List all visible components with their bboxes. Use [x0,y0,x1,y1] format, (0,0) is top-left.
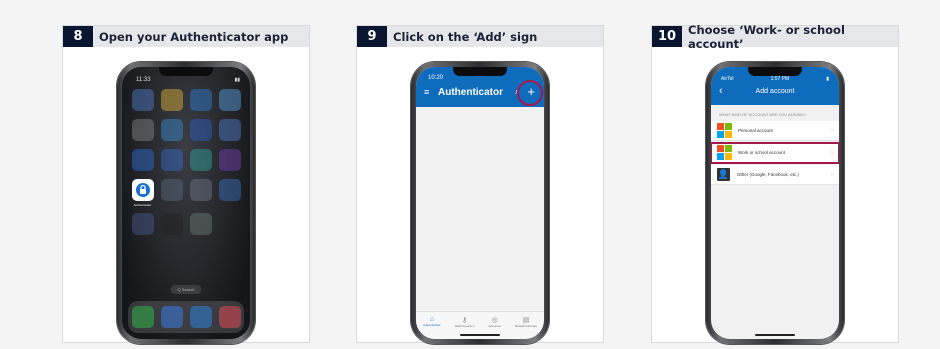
lock-icon [131,179,154,201]
home-screen: 11:33 ▮▮ Authenticator Q Search [122,67,250,339]
status-bar: AirTel 1:57 PM ▮ [711,76,839,82]
home-indicator [755,334,795,336]
app-icon[interactable] [159,179,184,207]
home-indicator [460,334,500,336]
page: { "steps": [ {"number": "8", "title": "O… [0,0,940,349]
app-icon[interactable] [159,213,184,237]
app-icon[interactable] [188,179,213,207]
option-label: Other (Google, Facebook, etc.) [737,172,800,177]
house-icon: ⌂ [429,316,434,323]
option-label: Work or school account [738,150,785,155]
option-label: Personal account [738,128,773,133]
app-icon[interactable] [159,149,184,173]
screen-title: Add account [755,88,795,95]
phone-notch [453,67,507,76]
authenticator-screen: 10:20 ≡ Authenticator ⌕ + ⌂ Authenticator… [416,67,544,339]
tab-addresses[interactable]: ◎ Adressen [488,316,501,328]
phone-mockup: AirTel 1:57 PM ▮ ‹ Add account WHAT KIND… [706,62,844,344]
chevron-right-icon: › [831,149,833,156]
authenticator-app-icon[interactable]: Authenticator [130,179,155,207]
chevron-right-icon: › [831,171,833,178]
app-icon[interactable] [188,149,213,173]
tab-payments[interactable]: ▤ Betaalmethoden [515,316,537,328]
status-time: 10:20 [428,75,444,81]
phone-mockup: 11:33 ▮▮ Authenticator Q Search [117,62,255,344]
app-icon[interactable] [130,213,155,237]
tab-authenticator[interactable]: ⌂ Authenticator [423,316,441,327]
step-card-9: 9 Click on the ‘Add’ sign 10:20 ≡ Authen… [356,25,604,344]
status-time: 1:57 PM [770,76,790,82]
status-time: 11:33 [136,77,151,83]
app-icon[interactable] [130,119,155,143]
hamburger-icon[interactable]: ≡ [424,87,429,97]
safari-icon[interactable] [189,306,212,328]
app-icon[interactable] [159,89,184,113]
tab-passwords[interactable]: ⚷ Wachtwoorden [455,316,475,328]
step-number: 10 [652,26,682,47]
music-icon[interactable] [218,306,241,328]
app-title: Authenticator [438,87,503,98]
step-title: Open your Authenticator app [99,29,289,44]
step-number: 8 [63,26,93,47]
option-personal-account[interactable]: Personal account › [711,121,839,141]
step-header: 8 Open your Authenticator app [63,26,309,47]
step-title: Click on the ‘Add’ sign [393,29,538,44]
phone-icon[interactable] [131,306,154,328]
app-icon[interactable] [159,119,184,143]
person-icon: 👤 [717,168,730,181]
app-icon[interactable] [217,149,242,173]
section-question: WHAT KIND OF ACCOUNT ARE YOU ADDING? [719,112,806,117]
authenticator-app-label: Authenticator [133,203,152,207]
option-work-school-account[interactable]: Work or school account › [711,142,839,164]
app-icon[interactable] [217,179,242,207]
app-icon[interactable] [188,213,213,237]
phone-notch [159,67,213,76]
app-icon[interactable] [188,89,213,113]
mail-icon[interactable] [160,306,183,328]
microsoft-logo-icon [717,145,732,160]
carrier-label: AirTel [721,76,734,82]
spotlight-search-pill[interactable]: Q Search [170,285,202,294]
battery-icon: ▮ [826,76,829,82]
step-card-8: 8 Open your Authenticator app 11:33 ▮▮ A… [62,25,310,344]
card-icon: ▤ [522,317,530,324]
app-icon[interactable] [130,149,155,173]
step-header: 10 Choose ‘Work- or school account’ [652,23,898,51]
app-icon[interactable] [130,89,155,113]
location-icon: ◎ [491,317,498,324]
step-card-10: 10 Choose ‘Work- or school account’ AirT… [651,23,899,344]
microsoft-logo-icon [717,123,732,138]
option-other-account[interactable]: 👤 Other (Google, Facebook, etc.) › [711,165,839,185]
app-grid: Authenticator [130,89,242,237]
app-icon[interactable] [188,119,213,143]
dock [128,301,244,333]
step-header: 9 Click on the ‘Add’ sign [357,26,603,47]
step-number: 9 [357,26,387,47]
add-account-screen: AirTel 1:57 PM ▮ ‹ Add account WHAT KIND… [711,67,839,339]
key-icon: ⚷ [461,317,468,324]
phone-mockup: 10:20 ≡ Authenticator ⌕ + ⌂ Authenticator… [411,62,549,344]
app-icon[interactable] [217,89,242,113]
chevron-right-icon: › [831,127,833,134]
add-button-highlight [517,80,543,106]
app-icon[interactable] [217,119,242,143]
step-title: Choose ‘Work- or school account’ [688,22,845,51]
battery-icon: ▮▮ [234,77,240,83]
phone-notch [748,67,802,76]
